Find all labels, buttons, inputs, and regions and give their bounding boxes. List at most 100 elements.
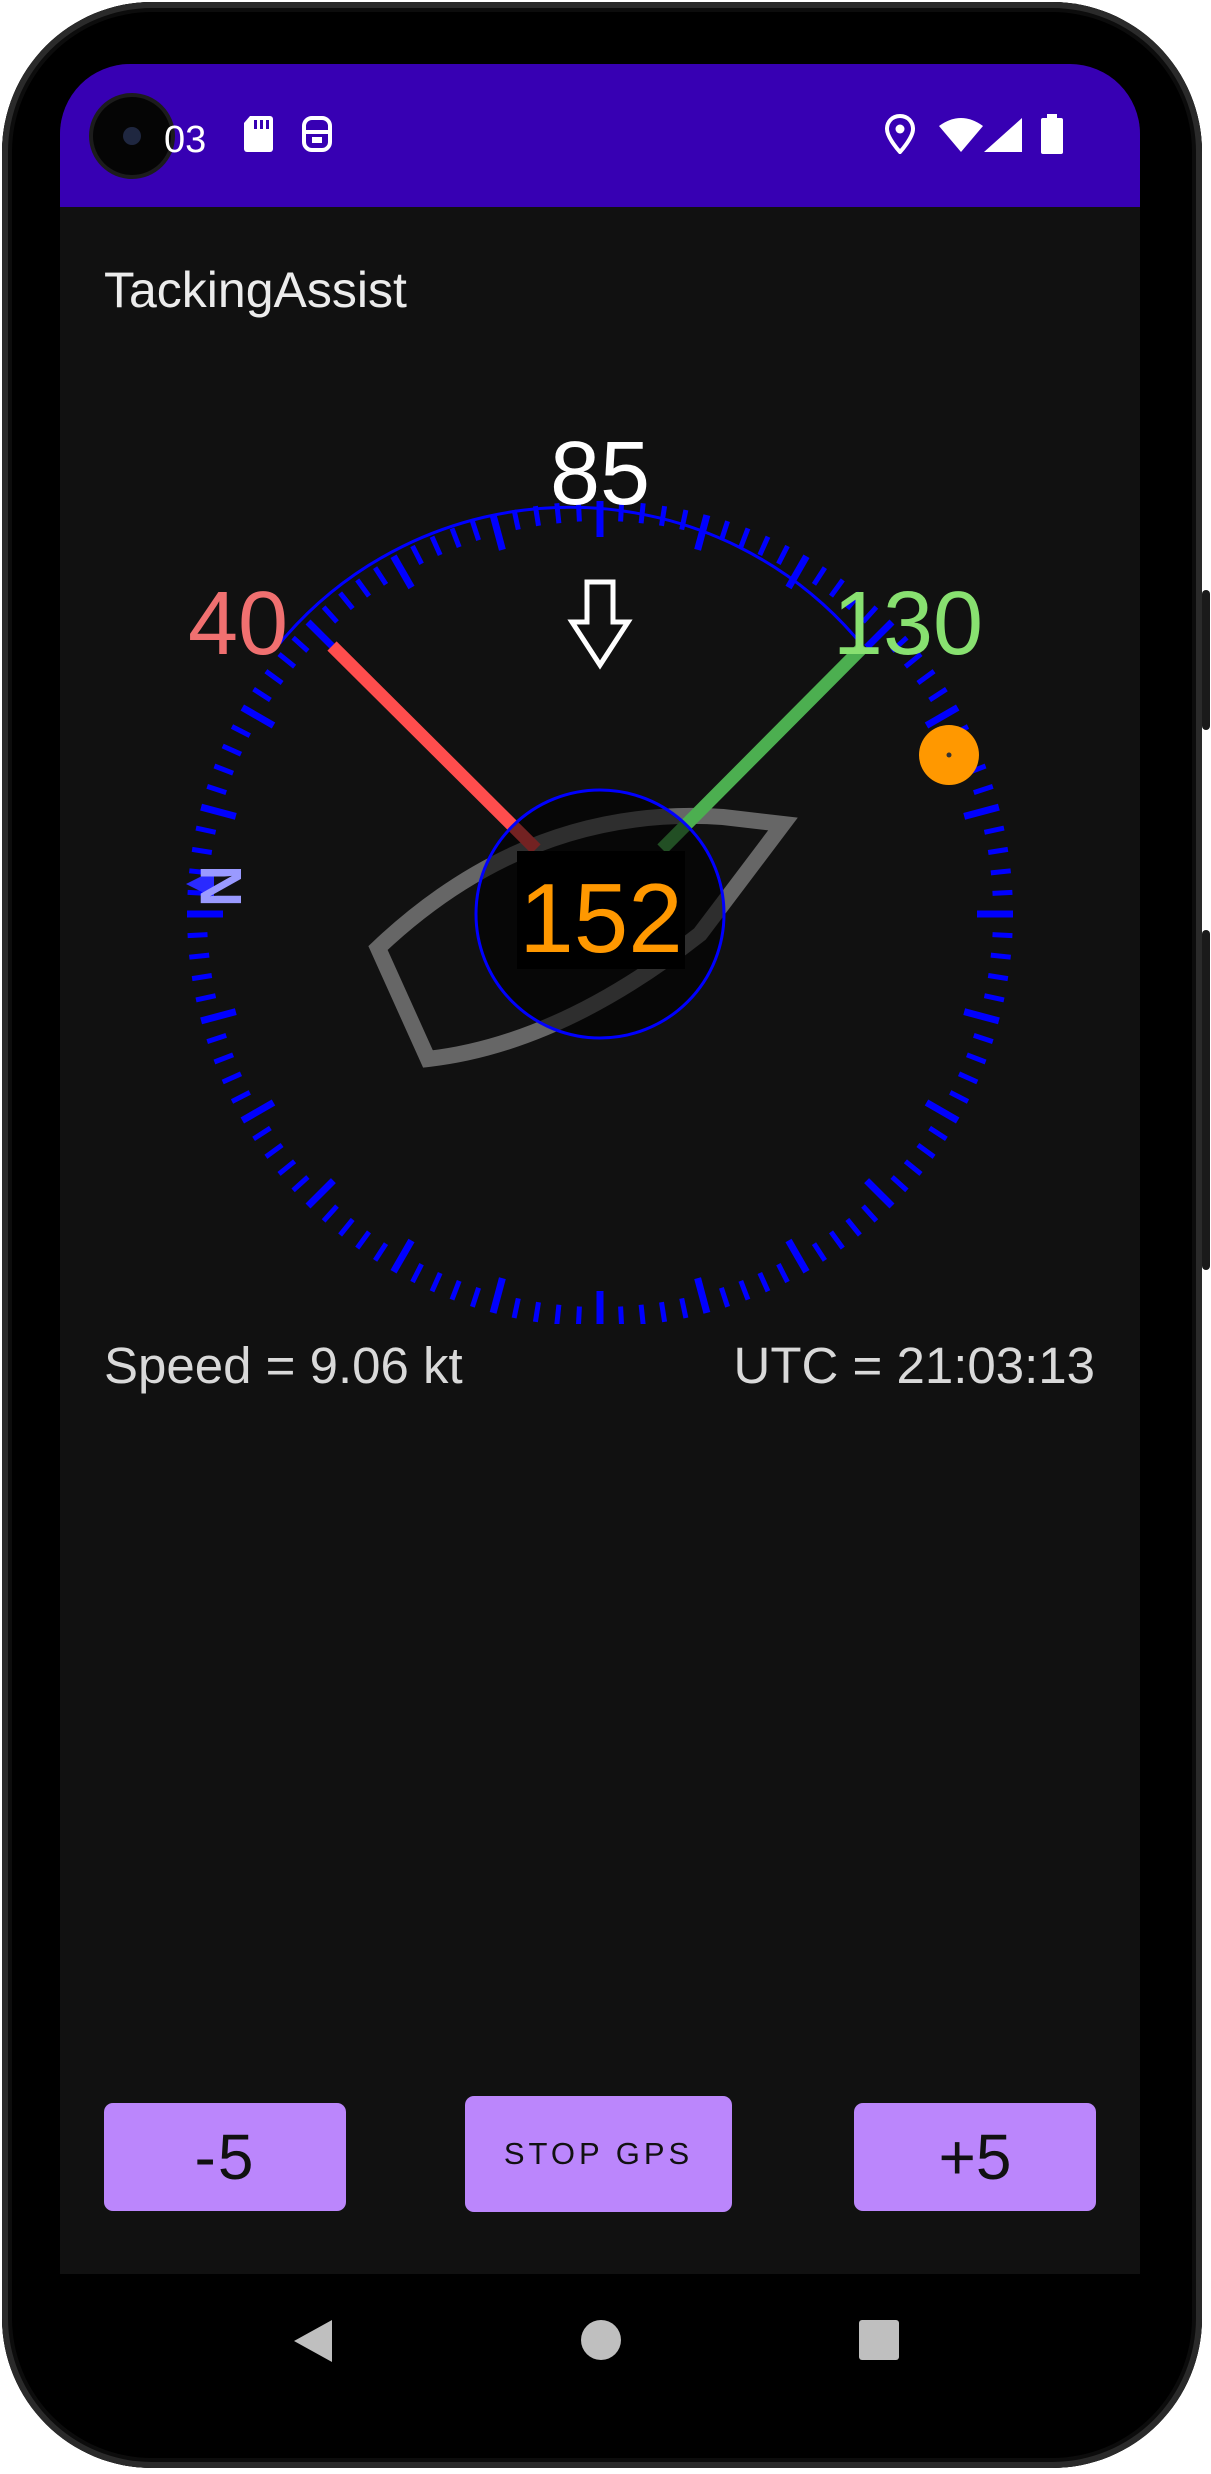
compass-tick (230, 724, 251, 738)
compass-tick (903, 1159, 923, 1176)
compass-tick (679, 1297, 689, 1319)
starboard-angle-label: 130 (833, 574, 983, 674)
compass-tick (924, 1099, 960, 1124)
compass-tick (264, 1142, 284, 1159)
compass-tick (355, 578, 372, 598)
compass-tick (990, 868, 1011, 876)
compass-tick (738, 1280, 751, 1301)
compass-tick (973, 1033, 994, 1044)
recents-icon[interactable] (858, 2319, 900, 2361)
compass-tick (638, 1304, 646, 1324)
compass-tick (659, 1301, 668, 1323)
compass-tick (338, 591, 355, 611)
compass-tick (916, 1142, 936, 1159)
stop-gps-button[interactable]: STOP GPS (465, 2096, 732, 2212)
compass-tick (957, 1071, 979, 1085)
compass-tick (470, 520, 481, 541)
compass-tick (659, 505, 668, 527)
compass-tick (321, 605, 339, 624)
compass-tick (811, 566, 827, 586)
top-angle-label: 85 (550, 424, 650, 524)
compass-tick (990, 952, 1011, 960)
compass-tick (963, 803, 1000, 820)
compass-tick (373, 566, 389, 586)
compass-tick (291, 1175, 310, 1193)
compass-tick (291, 635, 310, 653)
compass-tick (987, 973, 1009, 982)
compass-tick (890, 1175, 909, 1193)
compass-tick (449, 1280, 462, 1301)
compass-tick (410, 544, 424, 565)
compass-tick (618, 1306, 624, 1324)
compass-tick (240, 1099, 276, 1124)
compass-tick (489, 514, 506, 551)
compass-tick (963, 1008, 1000, 1025)
compass-tick (987, 846, 1009, 855)
compass-tick (757, 535, 771, 557)
compass-tick (252, 1125, 272, 1141)
compass-tick (206, 784, 227, 795)
compass-tick (221, 1071, 243, 1085)
compass-tick (187, 932, 208, 939)
compass-tick (305, 1178, 336, 1209)
compass-tick (470, 1287, 481, 1308)
compass-tick (240, 704, 276, 729)
port-layline (327, 641, 541, 854)
compass-tick (973, 784, 994, 795)
compass-tick (206, 1033, 227, 1044)
north-label: N (189, 865, 254, 907)
heading-value: 152 (519, 863, 683, 973)
utc-readout: UTC = 21:03:13 (733, 1337, 1095, 1394)
compass-tick (305, 619, 336, 650)
compass-tick (992, 932, 1013, 939)
compass-tick (719, 1287, 730, 1308)
compass-tick (489, 1277, 506, 1314)
compass-tick (355, 1230, 372, 1250)
compass-tick (719, 520, 730, 541)
compass-tick (390, 1238, 415, 1274)
back-icon[interactable] (292, 2318, 334, 2364)
compass-tick (554, 1304, 562, 1324)
compass-tick (785, 1238, 810, 1274)
mark-dot-center (946, 752, 952, 758)
compass-tick (373, 1242, 389, 1262)
compass-tick (252, 687, 272, 703)
compass-tick (213, 1052, 234, 1065)
compass-tick (811, 1242, 827, 1262)
compass-tick (532, 1301, 541, 1323)
compass-tick (189, 952, 210, 960)
compass-tick (828, 1230, 845, 1250)
compass-tick (861, 1204, 879, 1223)
compass-dial[interactable]: 152 85 40 130 N (60, 64, 1140, 1324)
compass-tick (992, 889, 1013, 896)
compass-tick (195, 993, 217, 1003)
compass-tick (576, 1306, 582, 1324)
compass-tick (195, 825, 217, 835)
compass-tick (949, 1090, 970, 1104)
home-icon[interactable] (580, 2319, 622, 2361)
compass-tick (983, 993, 1005, 1003)
compass-tick (511, 1297, 521, 1319)
volume-button (1202, 930, 1210, 1270)
compass-tick (191, 846, 213, 855)
minus-five-button[interactable]: -5 (104, 2103, 346, 2211)
compass-tick (757, 1271, 771, 1293)
navigation-bar (60, 2274, 1140, 2404)
compass-tick (429, 1271, 443, 1293)
wind-arrow-icon (567, 579, 633, 670)
compass-tick (738, 527, 751, 548)
compass-tick (928, 687, 948, 703)
compass-tick (928, 1125, 948, 1141)
compass-tick (221, 743, 243, 757)
compass-tick (230, 1090, 251, 1104)
plus-five-button[interactable]: +5 (854, 2103, 1096, 2211)
compass-tick (966, 1052, 987, 1065)
compass-tick (924, 704, 960, 729)
compass-tick (410, 1263, 424, 1284)
compass-tick (776, 1263, 790, 1284)
compass-tick (277, 1159, 297, 1176)
compass-tick (338, 1217, 355, 1237)
compass-tick (864, 1178, 895, 1209)
compass-tick (390, 554, 415, 590)
compass-tick (511, 509, 521, 531)
